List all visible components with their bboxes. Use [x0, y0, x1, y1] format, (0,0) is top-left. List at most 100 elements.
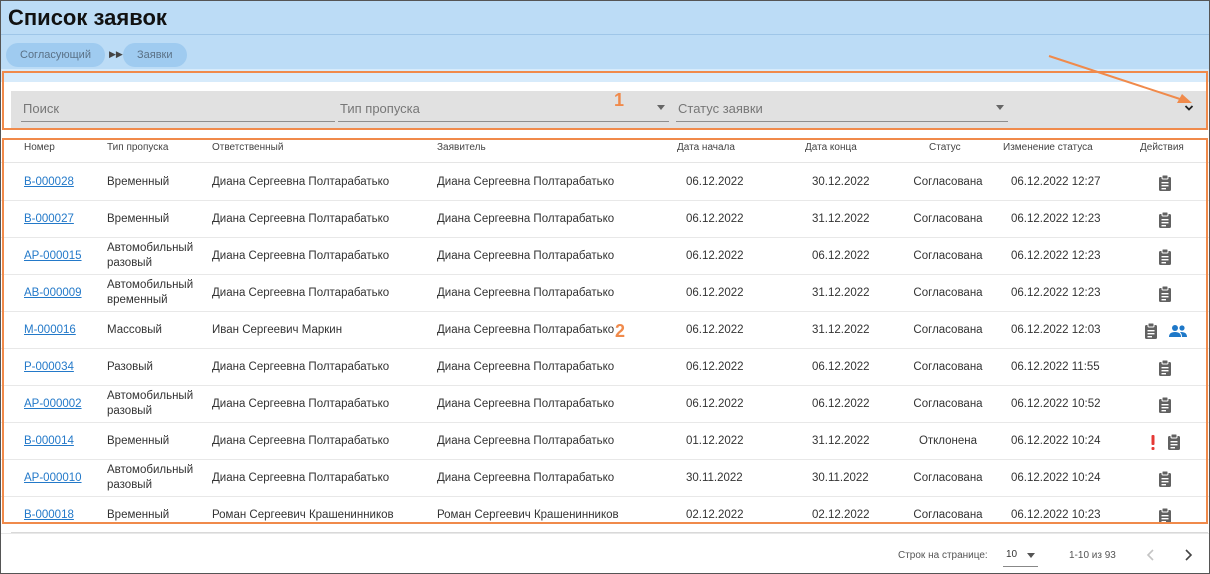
table-row: АР-000010 Автомобильный разовый Диана Серг…	[1, 460, 1209, 497]
row-number-link[interactable]: В-000028	[24, 176, 74, 188]
annotation-marker-2: 2	[615, 321, 626, 341]
row-responsible: Диана Сергеевна Полтарабатько	[212, 398, 390, 410]
chevron-down-icon[interactable]	[1184, 103, 1194, 113]
row-status-changed: 06.12.2022 10:23	[1011, 509, 1101, 521]
row-status: Согласована	[913, 250, 983, 262]
clipboard-icon[interactable]	[1157, 174, 1173, 192]
table-row: В-000028 Временный Диана Сергеевна Полтара…	[1, 164, 1209, 201]
row-start-date: 06.12.2022	[686, 324, 744, 336]
search-input[interactable]: Поиск	[21, 91, 335, 122]
col-actions: Действия	[1140, 142, 1184, 153]
row-status-changed: 06.12.2022 12:27	[1011, 176, 1101, 188]
row-number-link[interactable]: Р-000034	[24, 361, 74, 373]
breadcrumb-requests[interactable]: Заявки	[123, 43, 187, 67]
status-placeholder: Статус заявки	[678, 101, 763, 116]
filter-bar: Поиск Тип пропуска Статус заявки	[11, 91, 1208, 128]
group-icon[interactable]	[1168, 322, 1188, 340]
row-status: Согласована	[913, 398, 983, 410]
row-responsible: Диана Сергеевна Полтарабатько	[212, 287, 390, 299]
row-pass-type: Временный	[107, 213, 170, 225]
rows-per-page-select[interactable]: 10	[1003, 541, 1038, 567]
row-status: Согласована	[913, 361, 983, 373]
clipboard-icon[interactable]	[1157, 285, 1173, 303]
row-status-changed: 06.12.2022 10:24	[1011, 472, 1101, 484]
row-number-link[interactable]: АР-000010	[24, 472, 82, 484]
row-pass-type: Автомобильный временный	[107, 279, 194, 306]
table-row: М-000016 Массовый Иван Сергеевич Маркин Диа…	[1, 312, 1209, 349]
row-responsible: Диана Сергеевна Полтарабатько	[212, 361, 390, 373]
row-number-link[interactable]: В-000018	[24, 509, 74, 521]
clipboard-icon[interactable]	[1143, 322, 1159, 340]
table-row: АР-000002 Автомобильный разовый Диана Серг…	[1, 386, 1209, 423]
clipboard-icon[interactable]	[1157, 396, 1173, 414]
row-pass-type: Автомобильный разовый	[107, 390, 194, 417]
row-status: Отклонена	[918, 435, 978, 447]
table-row: Р-000034 Разовый Диана Сергеевна Полтараба…	[1, 349, 1209, 386]
row-pass-type: Массовый	[107, 324, 162, 336]
pagination-range: 1-10 из 93	[1069, 550, 1116, 561]
row-pass-type: Разовый	[107, 361, 153, 373]
row-responsible: Диана Сергеевна Полтарабатько	[212, 213, 390, 225]
row-status-changed: 06.12.2022 12:23	[1011, 287, 1101, 299]
row-applicant: Диана Сергеевна Полтарабатько	[437, 361, 615, 373]
table-row: В-000014 Временный Диана Сергеевна Полтара…	[1, 423, 1209, 460]
row-end-date: 31.12.2022	[812, 287, 870, 299]
row-status: Согласована	[913, 176, 983, 188]
row-actions	[1121, 164, 1209, 201]
col-status: Статус	[929, 142, 961, 153]
row-end-date: 31.12.2022	[812, 324, 870, 336]
row-start-date: 06.12.2022	[686, 250, 744, 262]
row-status: Согласована	[913, 472, 983, 484]
row-status: Согласована	[913, 324, 983, 336]
row-start-date: 06.12.2022	[686, 287, 744, 299]
clipboard-icon[interactable]	[1157, 248, 1173, 266]
clipboard-icon[interactable]	[1157, 470, 1173, 488]
row-start-date: 06.12.2022	[686, 361, 744, 373]
row-end-date: 02.12.2022	[812, 509, 870, 521]
row-start-date: 01.12.2022	[686, 435, 744, 447]
row-status: Согласована	[913, 509, 983, 521]
row-applicant: Диана Сергеевна Полтарабатько	[437, 213, 615, 225]
clipboard-icon[interactable]	[1166, 433, 1182, 451]
row-actions	[1121, 349, 1209, 386]
col-pass-type: Тип пропуска	[107, 142, 169, 153]
row-actions	[1121, 312, 1209, 349]
clipboard-icon[interactable]	[1157, 211, 1173, 229]
col-status-changed: Изменение статуса	[1003, 142, 1093, 153]
clipboard-icon[interactable]	[1157, 359, 1173, 377]
row-end-date: 30.12.2022	[812, 176, 870, 188]
row-actions	[1121, 238, 1209, 275]
row-status-changed: 06.12.2022 10:24	[1011, 435, 1101, 447]
row-actions	[1121, 497, 1209, 534]
row-end-date: 06.12.2022	[812, 361, 870, 373]
row-status: Согласована	[913, 287, 983, 299]
table-row: АР-000015 Автомобильный разовый Диана Серг…	[1, 238, 1209, 275]
breadcrumb-approver[interactable]: Согласующий	[6, 43, 105, 67]
row-applicant: Диана Сергеевна Полтарабатько	[437, 324, 615, 336]
row-applicant: Роман Сергеевич Крашенинников	[437, 509, 619, 521]
row-pass-type: Автомобильный разовый	[107, 464, 194, 491]
status-caret-icon	[996, 105, 1004, 110]
row-actions	[1121, 423, 1209, 460]
chevron-right-icon[interactable]	[1181, 547, 1195, 563]
row-applicant: Диана Сергеевна Полтарабатько	[437, 472, 615, 484]
status-select[interactable]: Статус заявки	[676, 91, 1008, 122]
chevron-left-icon[interactable]	[1144, 547, 1158, 563]
row-number-link[interactable]: В-000014	[24, 435, 74, 447]
row-end-date: 31.12.2022	[812, 213, 870, 225]
row-number-link[interactable]: В-000027	[24, 213, 74, 225]
clipboard-icon[interactable]	[1157, 507, 1173, 525]
pass-type-caret-icon	[657, 105, 665, 110]
row-actions	[1121, 201, 1209, 238]
footer-divider	[11, 532, 1208, 533]
header-band	[1, 69, 1209, 82]
row-number-link[interactable]: М-000016	[24, 324, 76, 336]
row-end-date: 06.12.2022	[812, 250, 870, 262]
row-number-link[interactable]: АР-000015	[24, 250, 82, 262]
col-responsible: Ответственный	[212, 142, 284, 153]
row-end-date: 31.12.2022	[812, 435, 870, 447]
annotation-marker-1: 1	[614, 90, 625, 110]
row-number-link[interactable]: АВ-000009	[24, 287, 82, 299]
row-number-link[interactable]: АР-000002	[24, 398, 82, 410]
row-actions	[1121, 460, 1209, 497]
